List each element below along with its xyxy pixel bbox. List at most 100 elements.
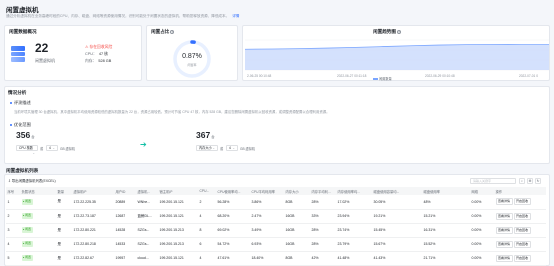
reclaim-button[interactable]: 开启回收 bbox=[513, 240, 531, 248]
right-val-select[interactable]: 4 bbox=[226, 145, 238, 151]
trend-legend: 闲置数量 bbox=[373, 76, 392, 81]
column-header[interactable]: 内存使用率均... bbox=[336, 187, 372, 195]
table-cell: 199.200.15.213 bbox=[158, 223, 198, 238]
table-cell: 17.02% bbox=[336, 195, 372, 210]
column-header[interactable]: 磁盘使用容量均... bbox=[372, 187, 422, 195]
reclaim-button[interactable]: 开启回收 bbox=[513, 226, 531, 234]
table-cell: SZGs... bbox=[136, 237, 158, 252]
right-op: 或 bbox=[220, 147, 224, 151]
x-tick-label: 2-06-25 00:10:48 bbox=[247, 74, 272, 78]
table-cell: 0.00% bbox=[470, 223, 494, 238]
status-badge: 闲置 bbox=[21, 241, 33, 247]
table-cell: 30.05% bbox=[372, 195, 422, 210]
table-row[interactable]: 2闲置 是172.22.73.18712687蓝鲸DL...199.200.15.… bbox=[6, 209, 546, 224]
server-icon bbox=[11, 46, 25, 62]
column-header[interactable]: 用户ID bbox=[114, 187, 136, 195]
reclaim-button[interactable]: 开启回收 bbox=[513, 212, 531, 220]
table-cell: 172.22.80.218 bbox=[72, 237, 114, 252]
info-icon[interactable]: ? bbox=[396, 29, 401, 34]
table-row[interactable]: 5闲置 是172.22.82.6719957cloud...199.200.15.… bbox=[6, 251, 546, 266]
table-cell: 是 bbox=[56, 237, 72, 252]
view-detail-button[interactable]: 查看详情 bbox=[495, 226, 513, 234]
left-count: 356台 bbox=[16, 130, 35, 140]
column-header[interactable]: 内存大小 bbox=[284, 187, 310, 195]
table-cell: 54.72% bbox=[216, 237, 250, 252]
table-cell: 2 bbox=[6, 209, 20, 224]
reclaim-button[interactable]: 开启回收 bbox=[513, 254, 531, 262]
column-header[interactable]: CPU使用率均... bbox=[216, 187, 250, 195]
trend-area bbox=[245, 44, 549, 70]
analysis-title: 情况分析 bbox=[8, 90, 27, 95]
table-cell: 41.43% bbox=[372, 251, 422, 266]
eval-title: 评测描述 bbox=[10, 100, 31, 106]
table-cell: 15.45% bbox=[372, 223, 422, 238]
column-header[interactable]: 网络 bbox=[470, 187, 494, 195]
table-cell: 1 bbox=[6, 195, 20, 210]
table-cell: cloud... bbox=[136, 251, 158, 266]
table-cell: 172.22.73.187 bbox=[72, 209, 114, 224]
column-header[interactable]: 内存平均利... bbox=[310, 187, 336, 195]
table-cell: 3.49% bbox=[250, 223, 284, 238]
view-detail-button[interactable]: 查看详情 bbox=[495, 198, 513, 206]
left-suffix: GB 虚拟机 bbox=[60, 147, 76, 151]
right-cond-select[interactable]: 内存大小 bbox=[196, 145, 218, 151]
table-row[interactable]: 4闲置 是172.22.80.21814533SZGs...199.200.15.… bbox=[6, 237, 546, 252]
table-cell: 56.28% bbox=[216, 195, 250, 210]
column-header[interactable]: 操作 bbox=[494, 187, 546, 195]
export-button[interactable]: ⇩ 导出闲置虚拟机列表(EXCEL) bbox=[8, 178, 56, 183]
view-detail-button[interactable]: 查看详情 bbox=[495, 254, 513, 262]
column-header[interactable]: 虚拟机... bbox=[136, 187, 158, 195]
table-cell: 16.31% bbox=[422, 223, 470, 238]
idle-vm-table: 序号 负载状态 数量 虚拟机IP 用户ID 虚拟机... 宿主机IP CPU... CPU使用率… bbox=[6, 187, 546, 266]
status-badge: 闲置 bbox=[21, 227, 33, 233]
arrow-right-icon: ➔ bbox=[140, 140, 147, 149]
table-cell: 3.86% bbox=[250, 195, 284, 210]
column-header[interactable]: 虚拟机IP bbox=[72, 187, 114, 195]
table-cell: 23.94% bbox=[336, 209, 372, 224]
column-header[interactable]: 负载状态 bbox=[20, 187, 56, 195]
column-header[interactable]: 宿主机IP bbox=[158, 187, 198, 195]
table-cell: WNhe... bbox=[136, 195, 158, 210]
more-link[interactable]: 详情 bbox=[232, 14, 239, 18]
view-detail-button[interactable]: 查看详情 bbox=[495, 240, 513, 248]
left-val-select[interactable]: 4 bbox=[46, 145, 58, 151]
table-row[interactable]: 1闲置 是172.22.225.3520889WNhe...199.200.15.… bbox=[6, 195, 546, 210]
left-cond-select[interactable]: CPU 核数 bbox=[16, 145, 38, 151]
search-icon[interactable]: ⌕ bbox=[519, 178, 525, 184]
table-cell: 42% bbox=[310, 251, 336, 266]
ratio-title: 闲置占比? bbox=[151, 29, 175, 34]
idle-count-label: 闲置虚拟机 bbox=[35, 58, 55, 63]
table-cell: 是 bbox=[56, 223, 72, 238]
table-cell: 199.200.15.121 bbox=[158, 251, 198, 266]
status-badge: 闲置 bbox=[21, 199, 33, 205]
column-header[interactable]: 磁盘使用率 bbox=[422, 187, 470, 195]
ratio-donut: 0.87% 闲置率 bbox=[171, 38, 213, 80]
info-icon[interactable]: ? bbox=[170, 29, 175, 34]
table-cell: 14533 bbox=[114, 237, 136, 252]
analysis-card bbox=[4, 86, 550, 164]
summary-title: 闲置数据概况 bbox=[9, 29, 37, 34]
trend-title: 闲置趋势图? bbox=[373, 29, 401, 34]
table-cell: 199.200.15.121 bbox=[158, 195, 198, 210]
settings-icon[interactable]: ⚙ bbox=[527, 178, 533, 184]
search-input[interactable]: 请输入关键字 bbox=[470, 178, 516, 184]
table-cell: 蓝鲸DL... bbox=[136, 209, 158, 224]
refresh-icon[interactable]: ↻ bbox=[535, 178, 541, 184]
column-header[interactable]: 序号 bbox=[6, 187, 20, 195]
table-cell: 8GB bbox=[284, 251, 310, 266]
cpu-stat: CPU： 47 核 bbox=[85, 52, 108, 56]
table-cell: 33% bbox=[310, 209, 336, 224]
column-header[interactable]: CPU... bbox=[198, 187, 216, 195]
table-cell: 15.21% bbox=[422, 209, 470, 224]
reclaim-button[interactable]: 开启回收 bbox=[513, 198, 531, 206]
view-detail-button[interactable]: 查看详情 bbox=[495, 212, 513, 220]
column-header[interactable]: 数量 bbox=[56, 187, 72, 195]
table-cell: 172.22.225.35 bbox=[72, 195, 114, 210]
column-header[interactable]: CPU平均利用率 bbox=[250, 187, 284, 195]
table-cell: 16GB bbox=[284, 237, 310, 252]
status-badge: 闲置 bbox=[21, 255, 33, 261]
table-cell: 16GB bbox=[284, 223, 310, 238]
x-tick-label: 2022-07-01 0 bbox=[519, 74, 538, 78]
table-cell: SZGs... bbox=[136, 223, 158, 238]
table-row[interactable]: 3闲置 是172.22.80.22114528SZGs...199.200.15.… bbox=[6, 223, 546, 238]
